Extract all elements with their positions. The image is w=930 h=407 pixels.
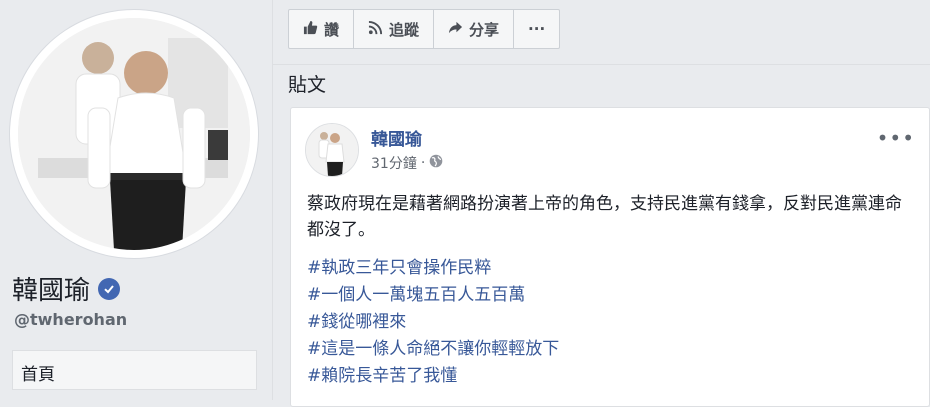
rss-follow-icon (368, 20, 383, 39)
follow-button[interactable]: 追蹤 (354, 10, 435, 48)
page-name-text: 韓國瑜 (12, 276, 91, 306)
hashtag-link[interactable]: #一個人一萬塊五百人五百萬 (307, 282, 559, 309)
profile-photo (18, 18, 250, 250)
post-meta: 31分鐘 · (371, 153, 443, 173)
sidebar-divider (272, 0, 273, 400)
thumbs-up-icon (303, 20, 318, 39)
more-icon: ··· (528, 20, 546, 38)
post-author-avatar[interactable] (305, 123, 359, 177)
post-timestamp[interactable]: 31分鐘 (371, 153, 417, 173)
share-button[interactable]: 分享 (434, 10, 515, 48)
share-label: 分享 (469, 20, 500, 39)
post-author-name[interactable]: 韓國瑜 (371, 125, 422, 150)
hashtag-link[interactable]: #執政三年只會操作民粹 (307, 255, 559, 282)
left-sidebar: 韓國瑜 @twherohan 首頁 (0, 0, 272, 400)
like-button[interactable]: 讚 (289, 10, 355, 48)
nav-home[interactable]: 首頁 (12, 350, 257, 390)
like-label: 讚 (324, 20, 340, 39)
meta-separator: · (420, 155, 426, 171)
follow-label: 追蹤 (389, 20, 420, 39)
post-body: 蔡政府現在是藉著網路扮演著上帝的角色，支持民進黨有錢拿，反對民進黨連命都沒了。 (307, 194, 902, 240)
header-divider (272, 64, 930, 65)
posts-section-title: 貼文 (288, 74, 327, 96)
verified-badge-icon (98, 277, 121, 300)
hashtag-link[interactable]: #錢從哪裡來 (307, 309, 559, 336)
post-card: 韓國瑜 31分鐘 · ••• 蔡政府現在是藉著網路扮演著上帝的角色，支持民進黨有… (290, 107, 930, 407)
hashtag-link[interactable]: #賴院長辛苦了我懂 (307, 363, 559, 390)
more-button[interactable]: ··· (514, 10, 559, 48)
post-options-button[interactable]: ••• (877, 126, 915, 150)
page-name: 韓國瑜 (12, 270, 121, 307)
share-arrow-icon (448, 20, 463, 39)
hashtag-link[interactable]: #這是一條人命絕不讓你輕輕放下 (307, 336, 559, 363)
hashtag-list: #執政三年只會操作民粹 #一個人一萬塊五百人五百萬 #錢從哪裡來 #這是一條人命… (307, 255, 559, 390)
page-handle: @twherohan (14, 310, 128, 329)
globe-icon[interactable] (429, 154, 443, 172)
page-action-bar: 讚 追蹤 分享 ··· (288, 9, 561, 49)
profile-avatar[interactable] (10, 10, 258, 258)
